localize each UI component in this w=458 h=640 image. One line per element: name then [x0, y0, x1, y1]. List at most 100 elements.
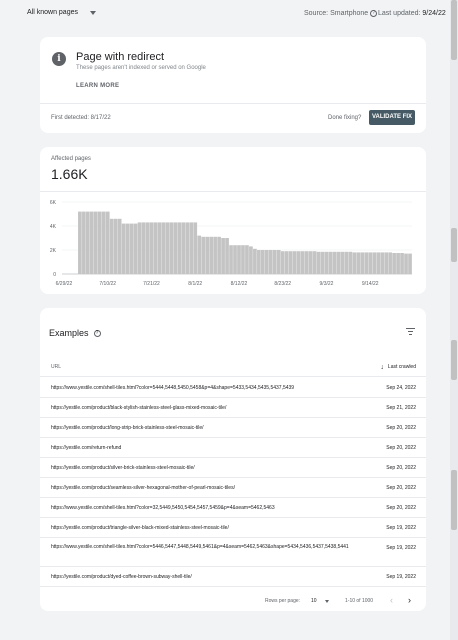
chart-bar[interactable]	[356, 252, 361, 274]
table-row[interactable]: https://yestile.com/return-refund Sep 20,…	[40, 438, 426, 458]
scrollbar-thumb[interactable]	[451, 0, 457, 60]
row-url[interactable]: https://yestile.com/return-refund	[51, 444, 351, 452]
chart-bar[interactable]	[332, 251, 337, 274]
chart-bar[interactable]	[117, 218, 122, 274]
chart-bar[interactable]	[197, 235, 202, 274]
row-url[interactable]: https://yestile.com/product/silver-brick…	[51, 464, 351, 472]
chart-bar[interactable]	[352, 252, 357, 274]
chart-bar[interactable]	[133, 223, 138, 274]
table-row[interactable]: https://yestile.com/product/seamless-sil…	[40, 478, 426, 498]
chart-bar[interactable]	[241, 245, 245, 274]
row-url[interactable]: https://www.yestile.com/shell-tiles.html…	[51, 504, 351, 512]
chart-bar[interactable]	[304, 251, 309, 274]
chart-bar[interactable]	[280, 251, 285, 274]
table-row[interactable]: https://www.yestile.com/shell-tiles.html…	[40, 538, 426, 567]
table-row[interactable]: https://www.yestile.com/shell-tiles.html…	[40, 498, 426, 518]
chart-bar[interactable]	[225, 238, 229, 274]
chart-bar[interactable]	[201, 236, 206, 274]
chart-bar[interactable]	[129, 223, 134, 274]
learn-more-link[interactable]: LEARN MORE	[76, 83, 119, 89]
chart-bar[interactable]	[308, 251, 313, 274]
chart-bar[interactable]	[396, 253, 400, 274]
chart-bar[interactable]	[388, 252, 392, 274]
chart-bar[interactable]	[392, 253, 396, 274]
chart-bar[interactable]	[97, 211, 102, 274]
chart-bar[interactable]	[264, 250, 269, 274]
chart-bar[interactable]	[296, 251, 301, 274]
chart-bar[interactable]	[376, 252, 381, 274]
chart-bar[interactable]	[137, 222, 142, 274]
chart-bar[interactable]	[93, 211, 98, 274]
chart-bar[interactable]	[229, 245, 233, 274]
chart-bar[interactable]	[173, 222, 178, 274]
page-scrollbar[interactable]	[450, 0, 458, 640]
chart-bar[interactable]	[165, 222, 170, 274]
rows-per-page-select[interactable]: 10	[311, 598, 317, 604]
chart-bar[interactable]	[320, 251, 325, 274]
chart-bar[interactable]	[336, 251, 341, 274]
chart-bar[interactable]	[292, 251, 297, 274]
row-url[interactable]: https://yestile.com/product/triangle-sil…	[51, 524, 351, 532]
chart-bar[interactable]	[125, 223, 130, 274]
chart-bar[interactable]	[157, 222, 162, 274]
table-row[interactable]: https://yestile.com/product/silver-brick…	[40, 458, 426, 478]
help-icon[interactable]: ?	[370, 10, 378, 17]
table-row[interactable]: https://yestile.com/product/black-stylis…	[40, 398, 426, 418]
next-page-icon[interactable]: ›	[408, 595, 411, 605]
chart-bar[interactable]	[284, 251, 289, 274]
chart-bar[interactable]	[141, 222, 146, 274]
chart-bar[interactable]	[324, 251, 329, 274]
chart-bar[interactable]	[360, 252, 365, 274]
chart-bar[interactable]	[300, 251, 305, 274]
row-url[interactable]: https://yestile.com/product/long-strip-b…	[51, 424, 351, 432]
row-url[interactable]: https://www.yestile.com/shell-tiles.html…	[51, 384, 351, 392]
chart-bar[interactable]	[153, 222, 158, 274]
chart-bar[interactable]	[185, 222, 190, 274]
help-icon[interactable]: ?	[93, 329, 101, 337]
table-row[interactable]: https://yestile.com/product/long-strip-b…	[40, 418, 426, 438]
table-row[interactable]: https://yestile.com/product/triangle-sil…	[40, 518, 426, 538]
chart-bar[interactable]	[233, 245, 237, 274]
chart-bar[interactable]	[404, 253, 408, 274]
rows-per-page-caret-icon[interactable]	[325, 600, 329, 603]
table-row[interactable]: https://www.yestile.com/shell-tiles.html…	[40, 378, 426, 398]
filter-icon[interactable]	[406, 327, 415, 335]
chart-bar[interactable]	[372, 252, 377, 274]
chart-bar[interactable]	[113, 218, 118, 274]
chart-bar[interactable]	[169, 222, 174, 274]
chart-bar[interactable]	[109, 218, 114, 274]
chart-bar[interactable]	[328, 251, 333, 274]
chart-bar[interactable]	[268, 250, 273, 274]
row-url[interactable]: https://yestile.com/product/black-stylis…	[51, 404, 351, 412]
row-url[interactable]: https://yestile.com/product/seamless-sil…	[51, 484, 351, 492]
chart-bar[interactable]	[261, 250, 265, 274]
validate-fix-button[interactable]: VALIDATE FIX	[369, 110, 415, 125]
chart-bar[interactable]	[78, 211, 82, 274]
chart-bar[interactable]	[400, 253, 404, 274]
chart-bar[interactable]	[101, 211, 106, 274]
chart-bar[interactable]	[408, 253, 412, 274]
chart-bar[interactable]	[348, 251, 353, 274]
table-row[interactable]: https://yestile.com/product/dyed-coffee-…	[40, 567, 426, 587]
chart-bar[interactable]	[253, 248, 257, 274]
chart-bar[interactable]	[312, 251, 317, 274]
chart-bar[interactable]	[189, 222, 194, 274]
affected-pages-chart[interactable]: 0 2K 4K 6K 6/29/22 7/10/22 7/21/22 8/1/22 8/12/2…	[40, 192, 426, 292]
chart-bar[interactable]	[213, 236, 217, 274]
chart-bar[interactable]	[340, 251, 345, 274]
chart-bar[interactable]	[177, 222, 182, 274]
chart-bar[interactable]	[249, 246, 253, 274]
chart-bar[interactable]	[145, 222, 150, 274]
chart-bar[interactable]	[316, 251, 321, 274]
chart-bar[interactable]	[193, 222, 198, 274]
chart-bar[interactable]	[86, 211, 90, 274]
chart-bar[interactable]	[384, 252, 388, 274]
chart-bar[interactable]	[364, 252, 369, 274]
prev-page-icon[interactable]: ‹	[390, 595, 393, 605]
chart-bar[interactable]	[89, 211, 94, 274]
chart-bar[interactable]	[276, 250, 281, 274]
chart-bar[interactable]	[209, 236, 213, 274]
chart-bar[interactable]	[82, 211, 86, 274]
chart-bar[interactable]	[237, 245, 241, 274]
page-filter-dropdown[interactable]: All known pages	[27, 9, 96, 16]
